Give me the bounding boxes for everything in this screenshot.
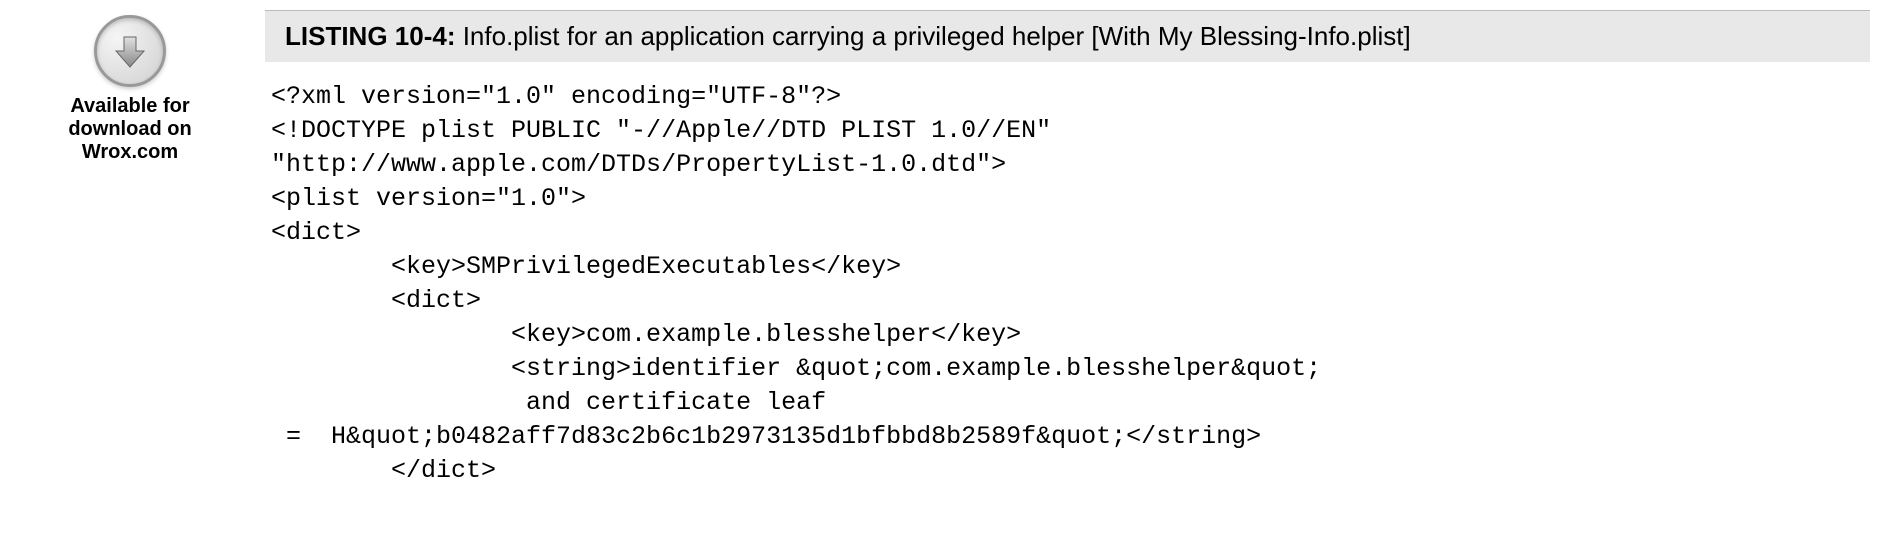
listing-header: LISTING 10-4: Info.plist for an applicat… xyxy=(265,10,1870,62)
code-listing: <?xml version="1.0" encoding="UTF-8"?> <… xyxy=(265,80,1870,488)
download-icon xyxy=(94,15,166,87)
page-container: Available for download on Wrox.com LISTI… xyxy=(0,0,1890,488)
main-content: LISTING 10-4: Info.plist for an applicat… xyxy=(250,10,1870,488)
download-line1: Available for xyxy=(10,95,250,118)
download-sidebar: Available for download on Wrox.com xyxy=(10,10,250,488)
download-caption: Available for download on Wrox.com xyxy=(10,95,250,164)
listing-number: LISTING 10-4: xyxy=(285,21,455,51)
download-line2: download on xyxy=(10,118,250,141)
listing-title: Info.plist for an application carrying a… xyxy=(455,21,1410,51)
arrow-down-icon xyxy=(110,31,150,71)
download-line3: Wrox.com xyxy=(10,141,250,164)
